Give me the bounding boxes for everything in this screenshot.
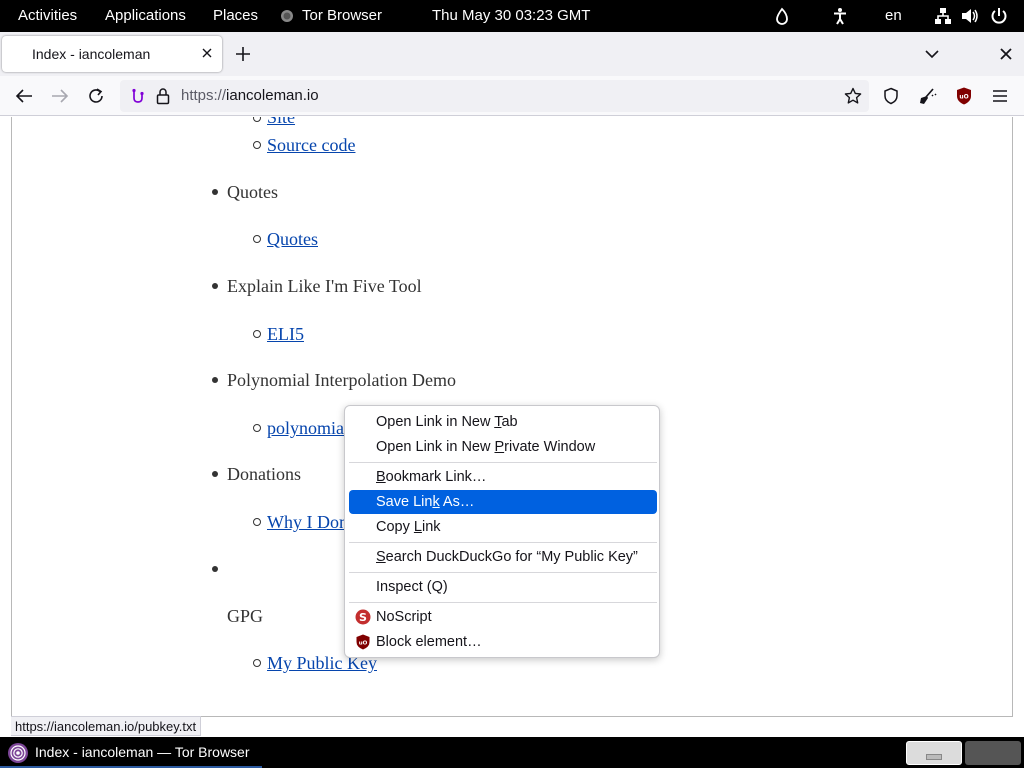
reload-icon[interactable] [87, 87, 105, 110]
menu-copy-link[interactable]: Copy Link [349, 515, 657, 539]
menu-inspect[interactable]: Inspect (Q) [349, 575, 657, 599]
night-light-icon[interactable] [775, 0, 789, 32]
tab-close-icon[interactable] [200, 46, 214, 65]
menu-separator [349, 572, 657, 573]
sub-bullet [253, 518, 261, 526]
sub-bullet [253, 141, 261, 149]
security-shield-icon[interactable] [883, 87, 899, 110]
tab-strip: Index - iancoleman [0, 32, 1024, 76]
navigation-toolbar: https://iancoleman.io uO [0, 76, 1024, 116]
accessibility-icon[interactable] [832, 0, 848, 32]
menu-separator [349, 462, 657, 463]
section-heading: Quotes [227, 182, 278, 202]
svg-text:uO: uO [959, 94, 968, 101]
places-menu[interactable]: Places [213, 0, 258, 32]
tor-browser-icon [7, 742, 29, 768]
section-heading: Explain Like I'm Five Tool [227, 276, 422, 296]
list-all-tabs-icon[interactable] [924, 47, 940, 66]
menu-separator [349, 542, 657, 543]
workspace-2[interactable] [965, 741, 1021, 765]
section-heading: GPG [227, 606, 264, 626]
system-top-bar: Activities Applications Places Tor Brows… [0, 0, 1024, 32]
window-list-taskbar: Index - iancoleman — Tor Browser [0, 737, 1024, 768]
power-icon[interactable] [990, 0, 1008, 32]
menu-save-link-as[interactable]: Save Link As… [349, 490, 657, 514]
link-polynomial[interactable]: polynomial [267, 417, 349, 439]
activities-button[interactable]: Activities [18, 0, 77, 32]
volume-icon[interactable] [961, 0, 979, 32]
section-heading: Polynomial Interpolation Demo [227, 370, 456, 390]
section-heading: Donations [227, 464, 301, 484]
sub-bullet [253, 424, 261, 432]
taskbar-window-tor-browser[interactable]: Index - iancoleman — Tor Browser [0, 737, 262, 768]
menu-open-link-new-tab[interactable]: Open Link in New Tab [349, 410, 657, 434]
applications-menu[interactable]: Applications [105, 0, 186, 32]
link-source-code[interactable]: Source code [267, 134, 355, 156]
tab-title: Index - iancoleman [32, 46, 151, 62]
menu-open-link-private-window[interactable]: Open Link in New Private Window [349, 435, 657, 459]
svg-text:S: S [359, 611, 367, 624]
sub-bullet [253, 235, 261, 243]
new-identity-broom-icon[interactable] [918, 87, 938, 110]
link-status-url: https://iancoleman.io/pubkey.txt [11, 716, 202, 736]
url-host: iancoleman.io [226, 87, 319, 104]
ublock-origin-icon: uO [355, 634, 371, 658]
list-bullet [212, 283, 218, 289]
menu-noscript[interactable]: S NoScript [349, 605, 657, 629]
app-menu-label[interactable]: Tor Browser [302, 0, 382, 32]
bookmark-star-icon[interactable] [844, 87, 862, 110]
link-quotes[interactable]: Quotes [267, 228, 318, 250]
menu-block-element[interactable]: uO Block element… [349, 630, 657, 654]
menu-separator [349, 602, 657, 603]
taskbar-window-title: Index - iancoleman — Tor Browser [35, 744, 250, 760]
hamburger-menu-icon[interactable] [992, 89, 1008, 108]
tab-index-iancoleman[interactable]: Index - iancoleman [2, 36, 222, 72]
network-wired-icon[interactable] [934, 0, 952, 32]
link-why-i-donate[interactable]: Why I Don [267, 511, 348, 533]
tor-app-icon [280, 0, 296, 32]
keyboard-language[interactable]: en [885, 0, 902, 32]
padlock-icon[interactable] [156, 87, 170, 110]
sub-bullet [253, 330, 261, 338]
sub-bullet [253, 659, 261, 667]
url-text[interactable]: https://iancoleman.io [181, 80, 319, 112]
url-scheme: https:// [181, 87, 227, 104]
menu-bookmark-link[interactable]: Bookmark Link… [349, 465, 657, 489]
list-bullet [212, 566, 218, 572]
menu-search-duckduckgo[interactable]: Search DuckDuckGo for “My Public Key” [349, 545, 657, 569]
forward-arrow-icon[interactable] [51, 88, 69, 109]
list-bullet [212, 377, 218, 383]
back-arrow-icon[interactable] [15, 88, 33, 109]
url-bar[interactable]: https://iancoleman.io [120, 80, 869, 112]
new-tab-icon[interactable] [235, 46, 251, 67]
svg-text:uO: uO [359, 641, 368, 647]
tor-circuit-icon[interactable] [130, 88, 146, 109]
list-bullet [212, 189, 218, 195]
clock[interactable]: Thu May 30 03:23 GMT [432, 0, 590, 32]
ublock-origin-icon[interactable]: uO [956, 87, 972, 110]
list-bullet [212, 471, 218, 477]
link-eli5[interactable]: ELI5 [267, 323, 304, 345]
workspace-1[interactable] [906, 741, 962, 765]
link-site[interactable]: Site [267, 117, 295, 128]
close-window-icon[interactable] [999, 47, 1013, 66]
link-context-menu: Open Link in New Tab Open Link in New Pr… [344, 405, 660, 658]
